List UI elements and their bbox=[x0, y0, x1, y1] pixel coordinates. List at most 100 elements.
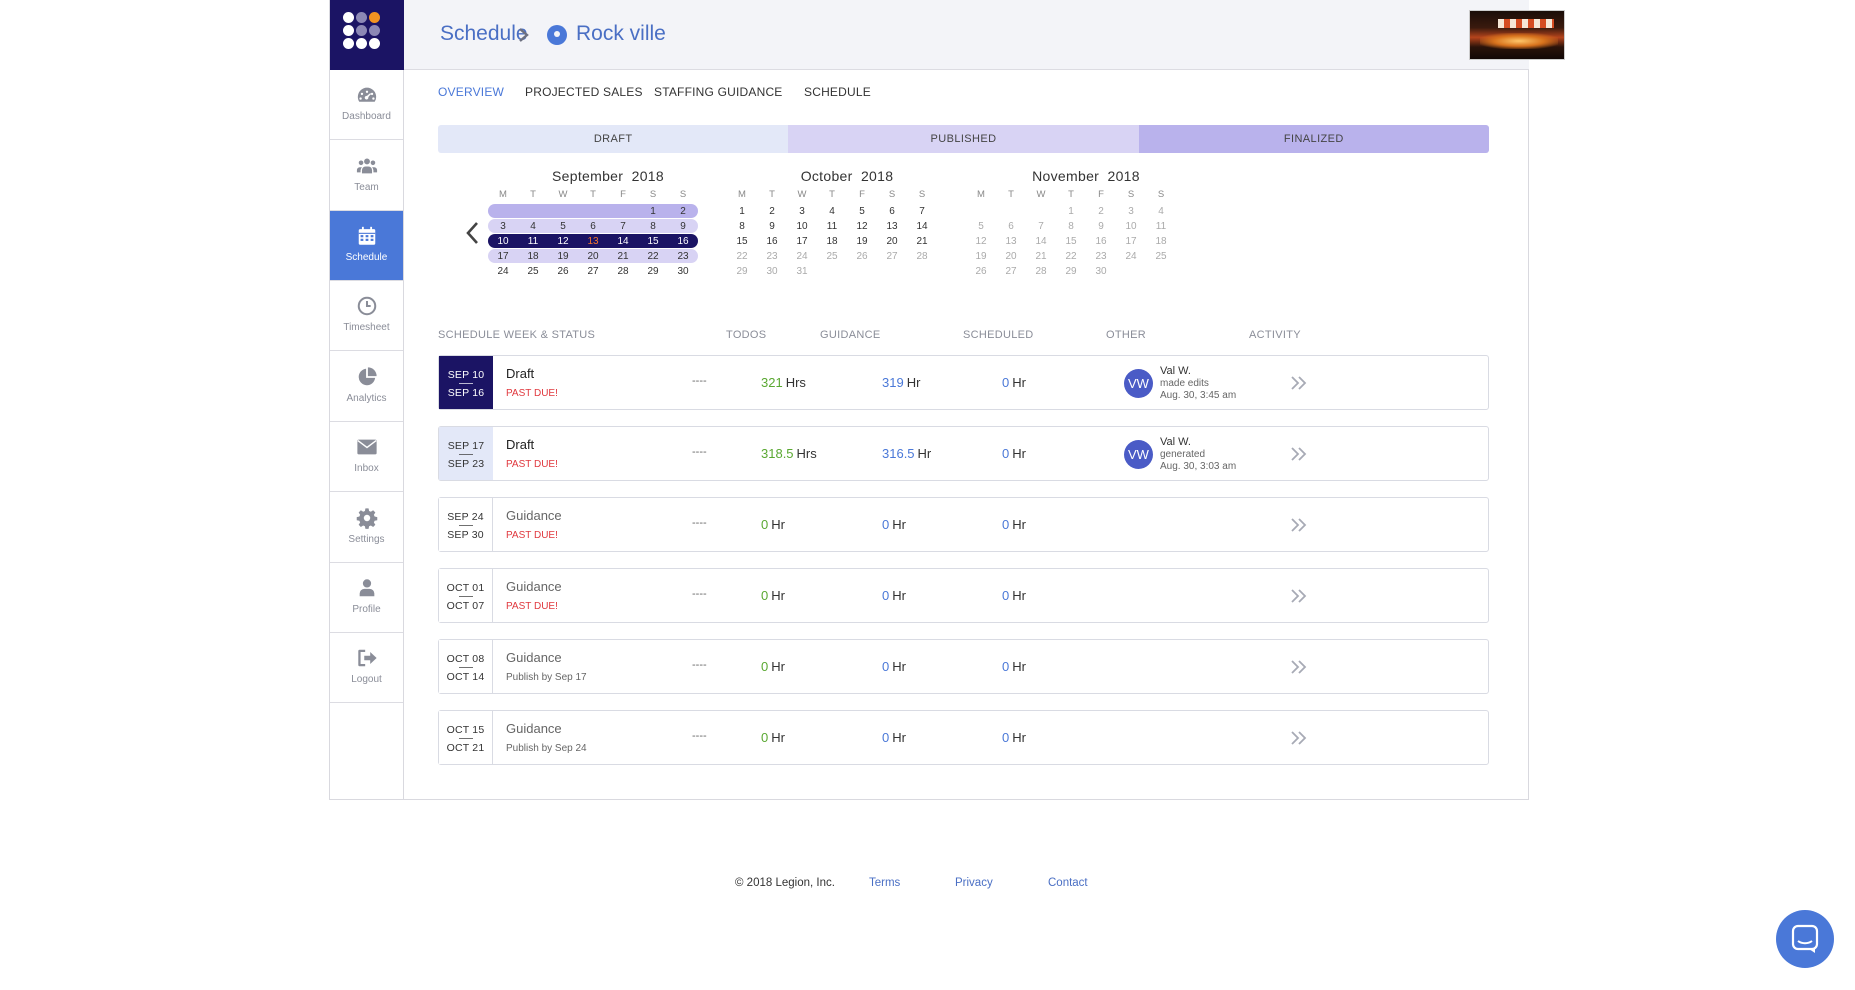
schedule-week-row[interactable]: OCT 15 OCT 21 Guidance Publish by Sep 24… bbox=[438, 710, 1489, 765]
calendar-day[interactable]: 30 bbox=[1086, 265, 1116, 278]
previous-month-button[interactable] bbox=[463, 220, 483, 246]
calendar-week[interactable]: 12 13 14 15 16 17 18 bbox=[966, 232, 1206, 247]
activity-action: generated bbox=[1160, 449, 1206, 460]
calendar-week[interactable]: 24 25 26 27 28 29 30 bbox=[488, 262, 728, 277]
calendar-day[interactable]: 24 bbox=[488, 265, 518, 278]
double-chevron-right-icon[interactable] bbox=[1290, 375, 1308, 391]
calendar-week[interactable]: 12 bbox=[488, 202, 728, 218]
avatar: VW bbox=[1124, 369, 1153, 398]
calendar-day[interactable]: 29 bbox=[1056, 265, 1086, 278]
other-hours: 0 bbox=[1002, 730, 1010, 745]
sidebar-item-schedule[interactable]: Schedule bbox=[330, 211, 403, 281]
week-range: SEP 10 SEP 16 bbox=[439, 356, 493, 409]
status-draft[interactable]: DRAFT bbox=[438, 125, 789, 153]
week-status: Guidance bbox=[506, 579, 562, 594]
todos-value: ---- bbox=[692, 588, 707, 600]
double-chevron-right-icon[interactable] bbox=[1290, 517, 1308, 533]
column-header-week: SCHEDULE WEEK & STATUS bbox=[438, 329, 596, 341]
double-chevron-right-icon[interactable] bbox=[1290, 659, 1308, 675]
weekday-label: T bbox=[530, 189, 536, 200]
sidebar-item-logout[interactable]: Logout bbox=[330, 633, 403, 703]
calendar-week[interactable]: 10 11 12 13 14 15 16 bbox=[488, 232, 728, 248]
sidebar-item-timesheet[interactable]: Timesheet bbox=[330, 281, 403, 351]
chat-button[interactable] bbox=[1776, 910, 1834, 968]
month-october: October 2018 M T W T F S S 1 2 3 4 5 6 7 8 9 10 11 12 13 14 15… bbox=[727, 168, 967, 277]
calendar-day[interactable]: 30 bbox=[757, 265, 787, 278]
schedule-week-row[interactable]: OCT 08 OCT 14 Guidance Publish by Sep 17… bbox=[438, 639, 1489, 694]
scheduled-hours: 0 bbox=[882, 517, 890, 532]
calendar-week[interactable]: 3456789 bbox=[488, 217, 728, 233]
calendar-week[interactable]: 19 20 21 22 23 24 25 bbox=[966, 247, 1206, 262]
footer-terms-link[interactable]: Terms bbox=[869, 877, 900, 889]
calendar-day[interactable]: 31 bbox=[787, 265, 817, 278]
double-chevron-right-icon[interactable] bbox=[1290, 446, 1308, 462]
tab-schedule[interactable]: SCHEDULE bbox=[804, 85, 871, 99]
calendar-week[interactable]: 5 6 7 8 9 10 11 bbox=[966, 217, 1206, 232]
week-start: SEP 24 bbox=[447, 511, 484, 523]
sidebar-item-settings[interactable]: Settings bbox=[330, 493, 403, 563]
calendar-day[interactable]: 26 bbox=[966, 265, 996, 278]
scheduled-unit: Hr bbox=[906, 375, 921, 390]
calendar-week[interactable]: 29 30 31 bbox=[727, 262, 967, 277]
sidebar-item-inbox[interactable]: Inbox bbox=[330, 422, 403, 492]
weekday-label: F bbox=[1098, 189, 1104, 200]
calendar-day[interactable]: 29 bbox=[727, 265, 757, 278]
calendar-day[interactable]: 27 bbox=[996, 265, 1026, 278]
schedule-week-row[interactable]: SEP 24 SEP 30 Guidance PAST DUE! ---- 0H… bbox=[438, 497, 1489, 552]
breadcrumb-schedule[interactable]: Schedule bbox=[440, 22, 528, 46]
calendar-day[interactable]: 30 bbox=[668, 265, 698, 278]
month-november: November 2018 M T W T F S S 1 2 3 4 5 6 7 8 9 10 11 12 13 14 1… bbox=[966, 168, 1206, 277]
calendar-week[interactable]: 1234567 bbox=[727, 202, 967, 217]
weekday-label: T bbox=[1068, 189, 1074, 200]
scheduled-hours: 0 bbox=[882, 730, 890, 745]
tab-staffing-guidance[interactable]: STAFFING GUIDANCE bbox=[654, 85, 783, 99]
schedule-week-row[interactable]: SEP 17 SEP 23 Draft PAST DUE! ---- 318.5… bbox=[438, 426, 1489, 481]
calendar-day[interactable]: 28 bbox=[608, 265, 638, 278]
sidebar-item-dashboard[interactable]: Dashboard bbox=[330, 70, 403, 140]
other-value: 0 Hr bbox=[1002, 730, 1026, 745]
calendar-week[interactable]: 17 18 19 20 21 22 23 bbox=[488, 247, 728, 263]
scheduled-hours: 319 bbox=[882, 375, 904, 390]
schedule-week-row[interactable]: OCT 01 OCT 07 Guidance PAST DUE! ---- 0H… bbox=[438, 568, 1489, 623]
schedule-week-row[interactable]: SEP 10 SEP 16 Draft PAST DUE! ---- 321 Hr… bbox=[438, 355, 1489, 410]
week-start: SEP 10 bbox=[447, 369, 485, 381]
double-chevron-right-icon[interactable] bbox=[1290, 588, 1308, 604]
weekday-label: T bbox=[1008, 189, 1014, 200]
footer-contact-link[interactable]: Contact bbox=[1048, 877, 1088, 889]
store-photo[interactable] bbox=[1469, 10, 1565, 60]
other-unit: Hr bbox=[1012, 517, 1026, 532]
footer-privacy-link[interactable]: Privacy bbox=[955, 877, 993, 889]
calendar-week[interactable]: 15 16 17 18 19 20 21 bbox=[727, 232, 967, 247]
weekday-label: W bbox=[1036, 189, 1046, 200]
sidebar-item-profile[interactable]: Profile bbox=[330, 563, 403, 633]
week-status: Guidance bbox=[506, 721, 562, 736]
calendar-day[interactable]: 26 bbox=[548, 265, 578, 278]
calendar-week[interactable]: 22 23 24 25 26 27 28 bbox=[727, 247, 967, 262]
status-published[interactable]: PUBLISHED bbox=[788, 125, 1139, 153]
guidance-hours: 318.5 bbox=[761, 446, 794, 461]
weekday-label: F bbox=[620, 189, 626, 200]
week-status: Draft bbox=[506, 437, 535, 452]
other-hours: 0 bbox=[1002, 375, 1010, 390]
status-finalized[interactable]: FINALIZED bbox=[1138, 125, 1489, 153]
clock-icon bbox=[357, 296, 376, 316]
tab-projected-sales[interactable]: PROJECTED SALES bbox=[525, 85, 643, 99]
calendar-week[interactable]: 1234 bbox=[966, 202, 1206, 217]
calendar-day[interactable]: 25 bbox=[518, 265, 548, 278]
guidance-value: 0 Hr bbox=[761, 517, 785, 532]
calendar-day[interactable]: 28 bbox=[1026, 265, 1056, 278]
scheduled-unit: Hr bbox=[917, 446, 932, 461]
sidebar-item-label: Settings bbox=[348, 534, 385, 545]
calendar-week[interactable]: 8 9 10 11 12 13 14 bbox=[727, 217, 967, 232]
sidebar-item-analytics[interactable]: Analytics bbox=[330, 352, 403, 422]
tab-overview[interactable]: OVERVIEW bbox=[438, 85, 504, 99]
calendar-day[interactable]: 27 bbox=[578, 265, 608, 278]
breadcrumb-location[interactable]: Rock ville bbox=[576, 22, 666, 46]
week-status-note: Publish by Sep 17 bbox=[506, 672, 587, 683]
double-chevron-right-icon[interactable] bbox=[1290, 730, 1308, 746]
calendar-day[interactable]: 29 bbox=[638, 265, 668, 278]
calendar-week[interactable]: 26 27 28 29 30 bbox=[966, 262, 1206, 277]
sidebar-item-team[interactable]: Team bbox=[330, 141, 403, 211]
legion-logo[interactable] bbox=[330, 0, 404, 70]
guidance-unit: Hr bbox=[771, 517, 785, 532]
